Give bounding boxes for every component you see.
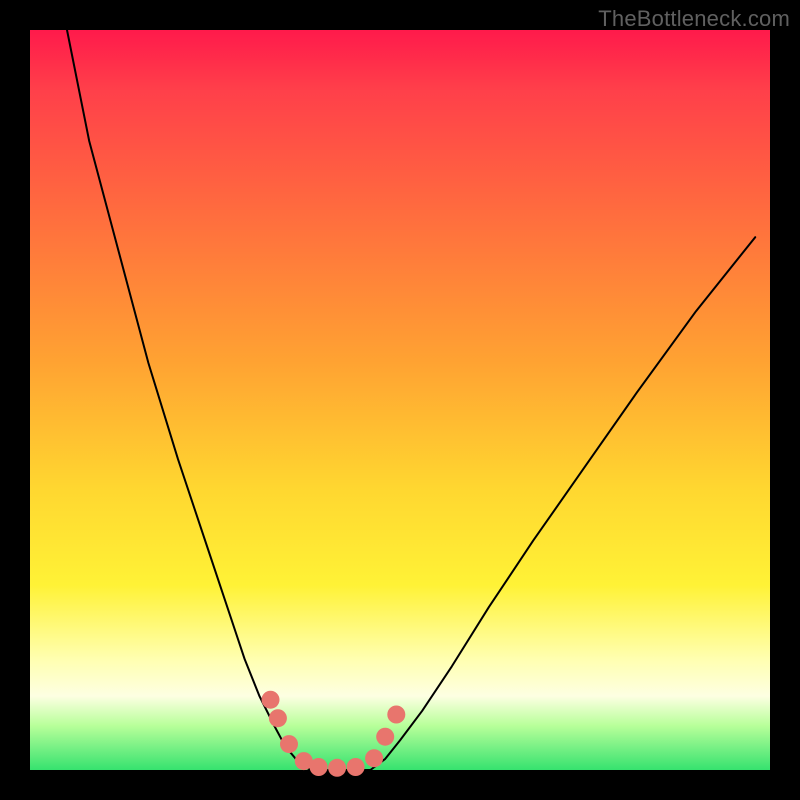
- valley-marker: [376, 728, 394, 746]
- curve-left-branch: [67, 30, 311, 770]
- curve-right-branch: [370, 237, 755, 770]
- valley-marker: [347, 758, 365, 776]
- valley-marker: [269, 709, 287, 727]
- curve-layer: [30, 30, 770, 770]
- plot-area: [30, 30, 770, 770]
- valley-marker: [262, 691, 280, 709]
- watermark-text: TheBottleneck.com: [598, 6, 790, 32]
- valley-marker: [387, 706, 405, 724]
- chart-frame: TheBottleneck.com: [0, 0, 800, 800]
- valley-marker: [310, 758, 328, 776]
- valley-marker: [280, 735, 298, 753]
- valley-marker: [328, 759, 346, 777]
- valley-marker: [365, 749, 383, 767]
- valley-markers: [262, 691, 406, 777]
